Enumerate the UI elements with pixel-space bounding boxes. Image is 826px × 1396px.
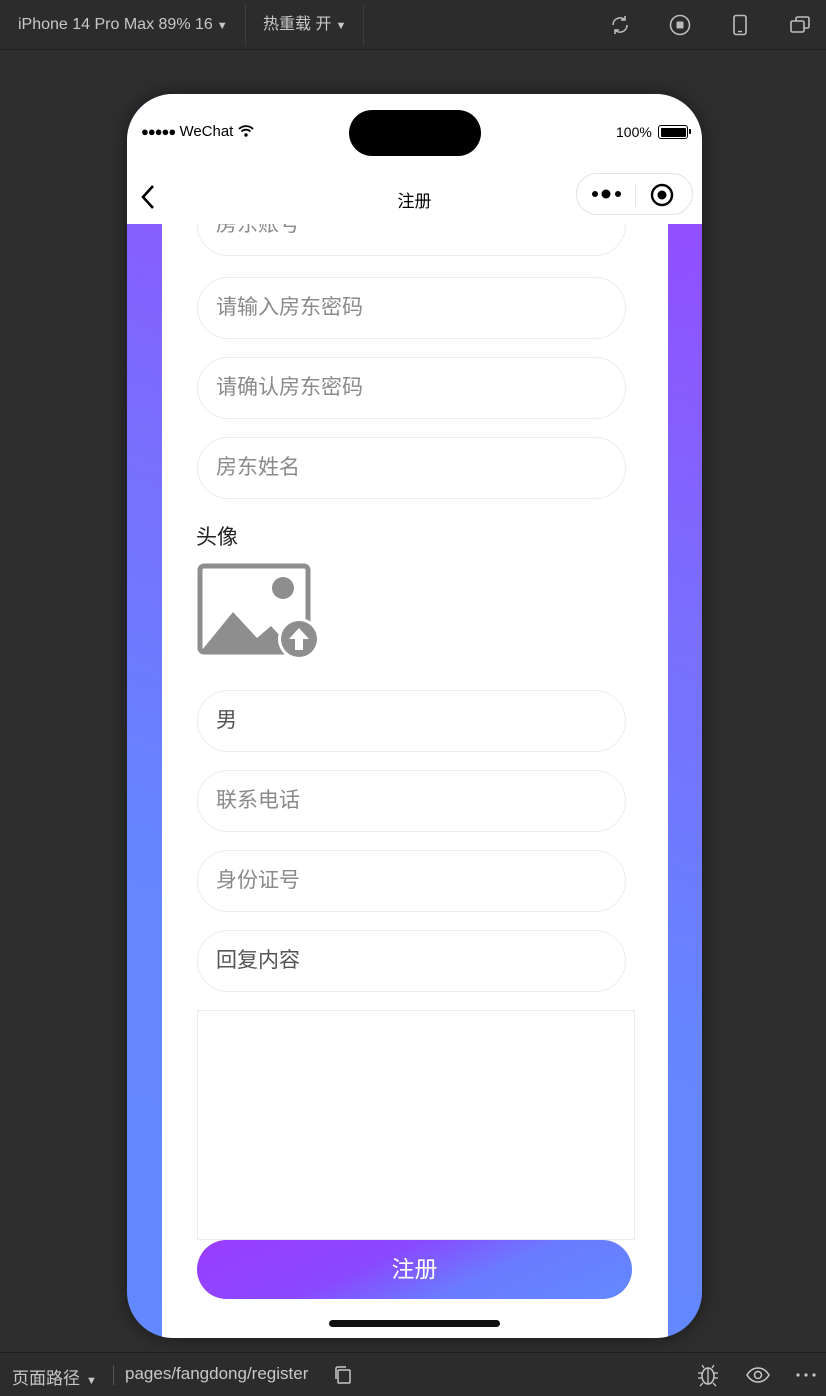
avatar-label: 头像 — [196, 526, 238, 549]
toolbar-divider — [363, 4, 364, 46]
password-input[interactable]: 请输入房东密码 — [197, 277, 626, 339]
page-path-label: 页面路径 — [12, 1369, 80, 1388]
id-number-input[interactable]: 身份证号 — [197, 850, 626, 912]
register-button[interactable]: 注册 — [197, 1240, 632, 1299]
eye-icon[interactable] — [745, 1363, 771, 1387]
hot-reload-toggle[interactable]: 热重载 开 ▼ — [245, 0, 346, 50]
home-indicator — [329, 1320, 500, 1327]
phone-simulator: 房东账号 请输入房东密码 请确认房东密码 房东姓名 头像 男 联系电话 身份证号… — [127, 94, 702, 1338]
phone-icon[interactable] — [728, 13, 752, 37]
copy-icon[interactable] — [333, 1365, 353, 1385]
carrier-label: ●●●●● WeChat — [141, 123, 254, 140]
image-upload-icon[interactable] — [197, 562, 321, 662]
window-icon[interactable] — [788, 13, 812, 37]
gender-select[interactable]: 男 — [197, 690, 626, 752]
device-selector[interactable]: iPhone 14 Pro Max 89% 16 ▼ — [0, 0, 228, 50]
phone-input[interactable]: 联系电话 — [197, 770, 626, 832]
refresh-icon[interactable] — [608, 13, 632, 37]
battery-icon — [658, 125, 691, 139]
bug-icon[interactable] — [695, 1363, 721, 1387]
close-miniprogram-icon[interactable] — [650, 183, 674, 207]
navigation-bar: 注册 — [127, 169, 702, 224]
hot-reload-label: 热重载 开 — [263, 16, 332, 33]
bottom-divider — [113, 1365, 114, 1385]
capsule-divider — [635, 184, 636, 206]
name-input[interactable]: 房东姓名 — [197, 437, 626, 499]
more-options-icon[interactable] — [793, 1363, 819, 1387]
battery-percent: 100% — [616, 124, 652, 140]
content-textarea[interactable] — [197, 1010, 635, 1240]
register-form[interactable]: 房东账号 请输入房东密码 请确认房东密码 房东姓名 头像 男 联系电话 身份证号… — [127, 224, 702, 1338]
confirm-password-input[interactable]: 请确认房东密码 — [197, 357, 626, 419]
wifi-icon — [237, 125, 254, 137]
reply-content-field[interactable]: 回复内容 — [197, 930, 626, 992]
stop-icon[interactable] — [668, 13, 692, 37]
account-input[interactable]: 房东账号 — [197, 224, 626, 256]
more-icon[interactable] — [591, 186, 623, 202]
menu-capsule — [576, 173, 693, 215]
status-bar: ●●●●● WeChat 100% — [127, 94, 702, 169]
chevron-down-icon: ▼ — [86, 1375, 97, 1387]
carrier-name: WeChat — [179, 123, 234, 140]
page-path-selector[interactable]: 页面路径 ▼ — [12, 1364, 97, 1389]
signal-icon: ●●●●● — [141, 124, 176, 139]
dynamic-island — [349, 110, 481, 156]
page-path: pages/fangdong/register — [125, 1364, 309, 1383]
device-selector-label: iPhone 14 Pro Max 89% 16 — [18, 16, 213, 33]
simulator-toolbar: iPhone 14 Pro Max 89% 16 ▼ 热重载 开 ▼ — [0, 0, 826, 50]
chevron-down-icon: ▼ — [335, 20, 347, 32]
bottom-status-bar: 页面路径 ▼ pages/fangdong/register — [0, 1352, 826, 1396]
chevron-down-icon: ▼ — [216, 20, 228, 32]
